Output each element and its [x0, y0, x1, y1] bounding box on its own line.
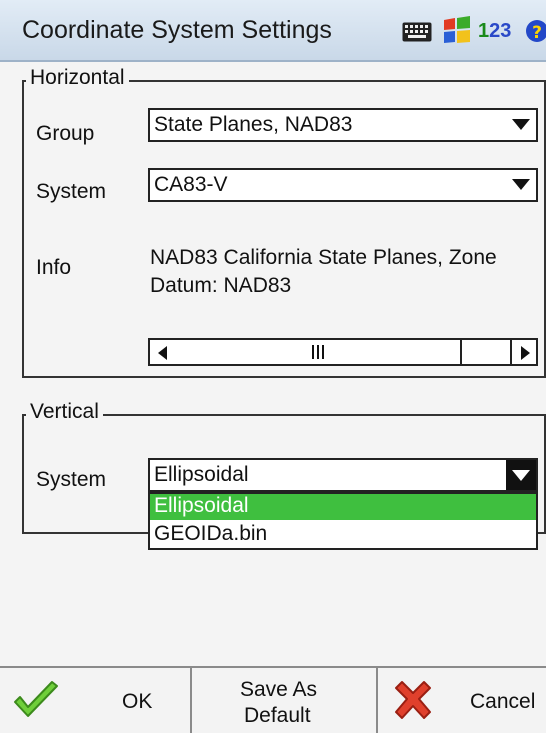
vertical-system-dropdown-list[interactable]: Ellipsoidal GEOIDa.bin: [148, 492, 538, 550]
vertical-system-value: Ellipsoidal: [154, 463, 249, 486]
dropdown-button[interactable]: [506, 460, 536, 490]
scroll-left-button[interactable]: [150, 340, 176, 364]
grip-line: [317, 345, 319, 359]
info-label: Info: [36, 256, 72, 279]
horizontal-legend: Horizontal: [26, 66, 129, 90]
info-horizontal-scrollbar[interactable]: [148, 338, 538, 366]
window-title: Coordinate System Settings: [22, 16, 332, 44]
checkmark-icon: [12, 680, 60, 727]
chevron-down-icon[interactable]: [512, 179, 530, 190]
info-line-1: NAD83 California State Planes, Zone: [150, 246, 497, 269]
save-as-default-line-1: Save As: [240, 678, 318, 701]
ok-label: OK: [122, 690, 153, 713]
grip-line: [312, 345, 314, 359]
input-mode-digit-3: 3: [500, 20, 512, 42]
chevron-down-icon[interactable]: [512, 119, 530, 130]
chevron-down-icon: [512, 470, 530, 481]
dropdown-option-ellipsoidal[interactable]: Ellipsoidal: [150, 494, 536, 520]
svg-text:?: ?: [532, 23, 542, 43]
vertical-legend: Vertical: [26, 400, 103, 424]
group-combo[interactable]: State Planes, NAD83: [148, 108, 538, 142]
group-label: Group: [36, 122, 95, 145]
grip-line: [322, 345, 324, 359]
help-icon[interactable]: ?: [526, 18, 546, 49]
bottom-button-bar: OK Save As Default Cancel: [0, 666, 546, 733]
windows-flag-icon[interactable]: [440, 16, 474, 51]
scroll-right-button[interactable]: [510, 340, 536, 364]
save-as-default-line-2: Default: [244, 704, 311, 727]
dropdown-option-geoida[interactable]: GEOIDa.bin: [150, 522, 536, 548]
close-icon: [390, 678, 436, 729]
cancel-button[interactable]: Cancel: [378, 668, 546, 733]
vertical-system-combo[interactable]: Ellipsoidal: [148, 458, 538, 492]
input-mode-digit-1: 1: [478, 20, 490, 42]
vertical-system-label: System: [36, 468, 107, 491]
horizontal-system-label: System: [36, 180, 107, 203]
cancel-label: Cancel: [470, 690, 536, 713]
arrow-right-icon: [521, 346, 530, 360]
group-combo-value: State Planes, NAD83: [154, 113, 353, 136]
horizontal-system-value: CA83-V: [154, 173, 228, 196]
info-line-2: Datum: NAD83: [150, 274, 292, 297]
title-bar: Coordinate System Settings 123 ?: [0, 0, 546, 62]
input-mode-digit-2: 2: [489, 20, 501, 42]
save-as-default-button[interactable]: Save As Default: [192, 668, 378, 733]
scroll-thumb[interactable]: [174, 340, 462, 364]
arrow-left-icon: [158, 346, 167, 360]
keyboard-icon[interactable]: [402, 22, 432, 47]
ok-button[interactable]: OK: [0, 668, 192, 733]
input-mode-icon[interactable]: 123: [478, 20, 511, 43]
horizontal-system-combo[interactable]: CA83-V: [148, 168, 538, 202]
